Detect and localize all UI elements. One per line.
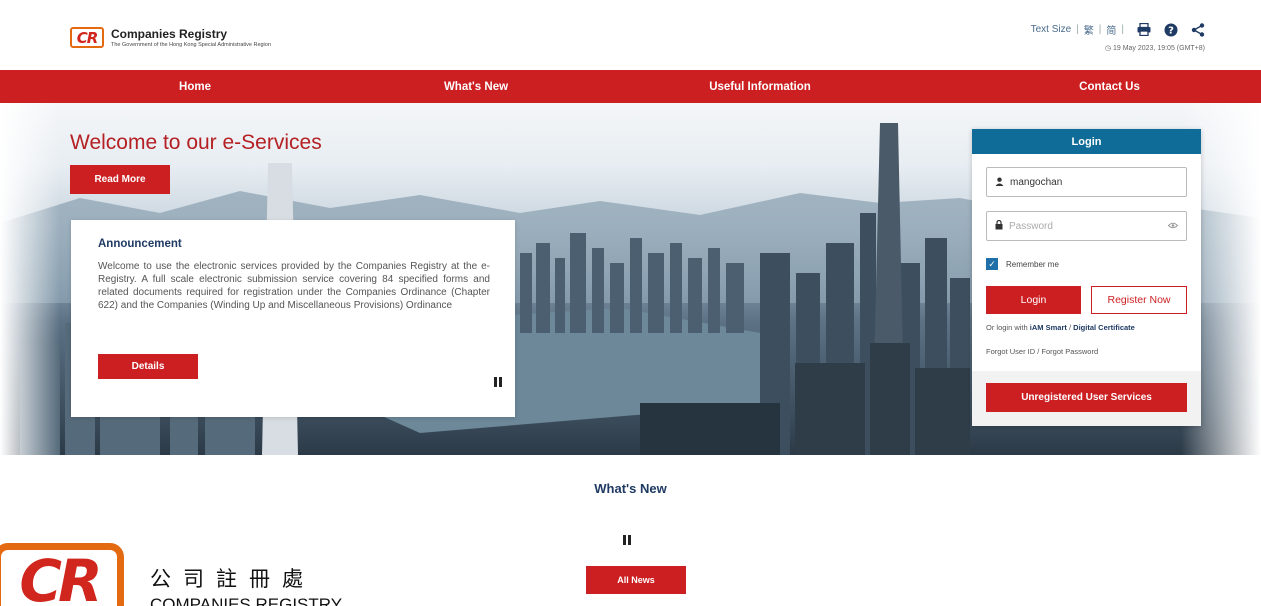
english-org-name: COMPANIES REGISTRY [150,595,343,606]
details-button[interactable]: Details [98,354,198,379]
login-panel: Login mangochan Password ✓ Remember me L… [972,129,1201,426]
iam-smart-link[interactable]: iAM Smart [1030,323,1067,332]
separator: | [1098,24,1102,35]
cr-logo-large: CR [0,543,124,606]
svg-text:?: ? [1168,25,1174,36]
separator: | [1121,24,1124,35]
site-header: CR Companies Registry The Government of … [0,0,1261,70]
pause-icon[interactable] [494,377,504,387]
chinese-org-name: 公司註冊處 [150,567,315,591]
password-placeholder: Password [1009,220,1053,232]
help-icon[interactable]: ? [1164,23,1178,37]
nav-whats-new[interactable]: What's New [390,70,562,103]
header-toolbar: Text Size | 繁 | 简 | ? [1031,22,1205,37]
lang-traditional-link[interactable]: 繁 [1084,22,1094,37]
remember-me[interactable]: ✓ Remember me [986,258,1059,270]
announcement-card: Announcement Welcome to use the electron… [71,220,515,417]
forgot-credentials-link[interactable]: Forgot User ID / Forgot Password [986,347,1098,356]
all-news-button[interactable]: All News [586,566,686,594]
hero-fade-left [0,103,60,455]
cr-logo[interactable]: CR [70,27,104,48]
user-icon [995,177,1004,188]
register-now-button[interactable]: Register Now [1091,286,1187,314]
lang-simplified-link[interactable]: 简 [1106,22,1116,37]
password-field[interactable]: Password [986,211,1187,241]
print-icon[interactable] [1137,23,1151,37]
site-subtitle: The Government of the Hong Kong Special … [111,42,271,48]
eye-icon[interactable] [1167,221,1179,231]
hero-heading: Welcome to our e-Services [70,131,322,154]
main-nav: Home What's New Useful Information Conta… [0,70,1261,103]
lock-icon [995,219,1003,232]
clock-icon: ◷ [1104,45,1113,52]
site-title: Companies Registry [111,27,228,41]
nav-contact-us[interactable]: Contact Us [958,70,1261,103]
current-datetime: ◷ 19 May 2023, 19:05 (GMT+8) [1104,45,1205,52]
text-size-label: Text Size [1030,24,1072,35]
share-icon[interactable] [1191,22,1205,37]
announcement-body: Welcome to use the electronic services p… [98,261,490,311]
separator: | [1076,24,1079,35]
pause-icon[interactable] [623,535,633,545]
login-title: Login [972,129,1201,154]
digital-certificate-link[interactable]: Digital Certificate [1073,323,1135,332]
announcement-title: Announcement [98,238,182,250]
login-button[interactable]: Login [986,286,1081,314]
unregistered-user-services-button[interactable]: Unregistered User Services [986,383,1187,412]
alternative-login: Or login with iAM Smart / Digital Certif… [986,323,1135,332]
username-field[interactable]: mangochan [986,167,1187,197]
username-value: mangochan [1010,176,1063,188]
checkbox-checked-icon[interactable]: ✓ [986,258,998,270]
nav-home[interactable]: Home [0,70,390,103]
whats-new-heading: What's New [594,481,667,496]
read-more-button[interactable]: Read More [70,165,170,194]
nav-useful-information[interactable]: Useful Information [562,70,958,103]
remember-label: Remember me [1006,259,1059,269]
